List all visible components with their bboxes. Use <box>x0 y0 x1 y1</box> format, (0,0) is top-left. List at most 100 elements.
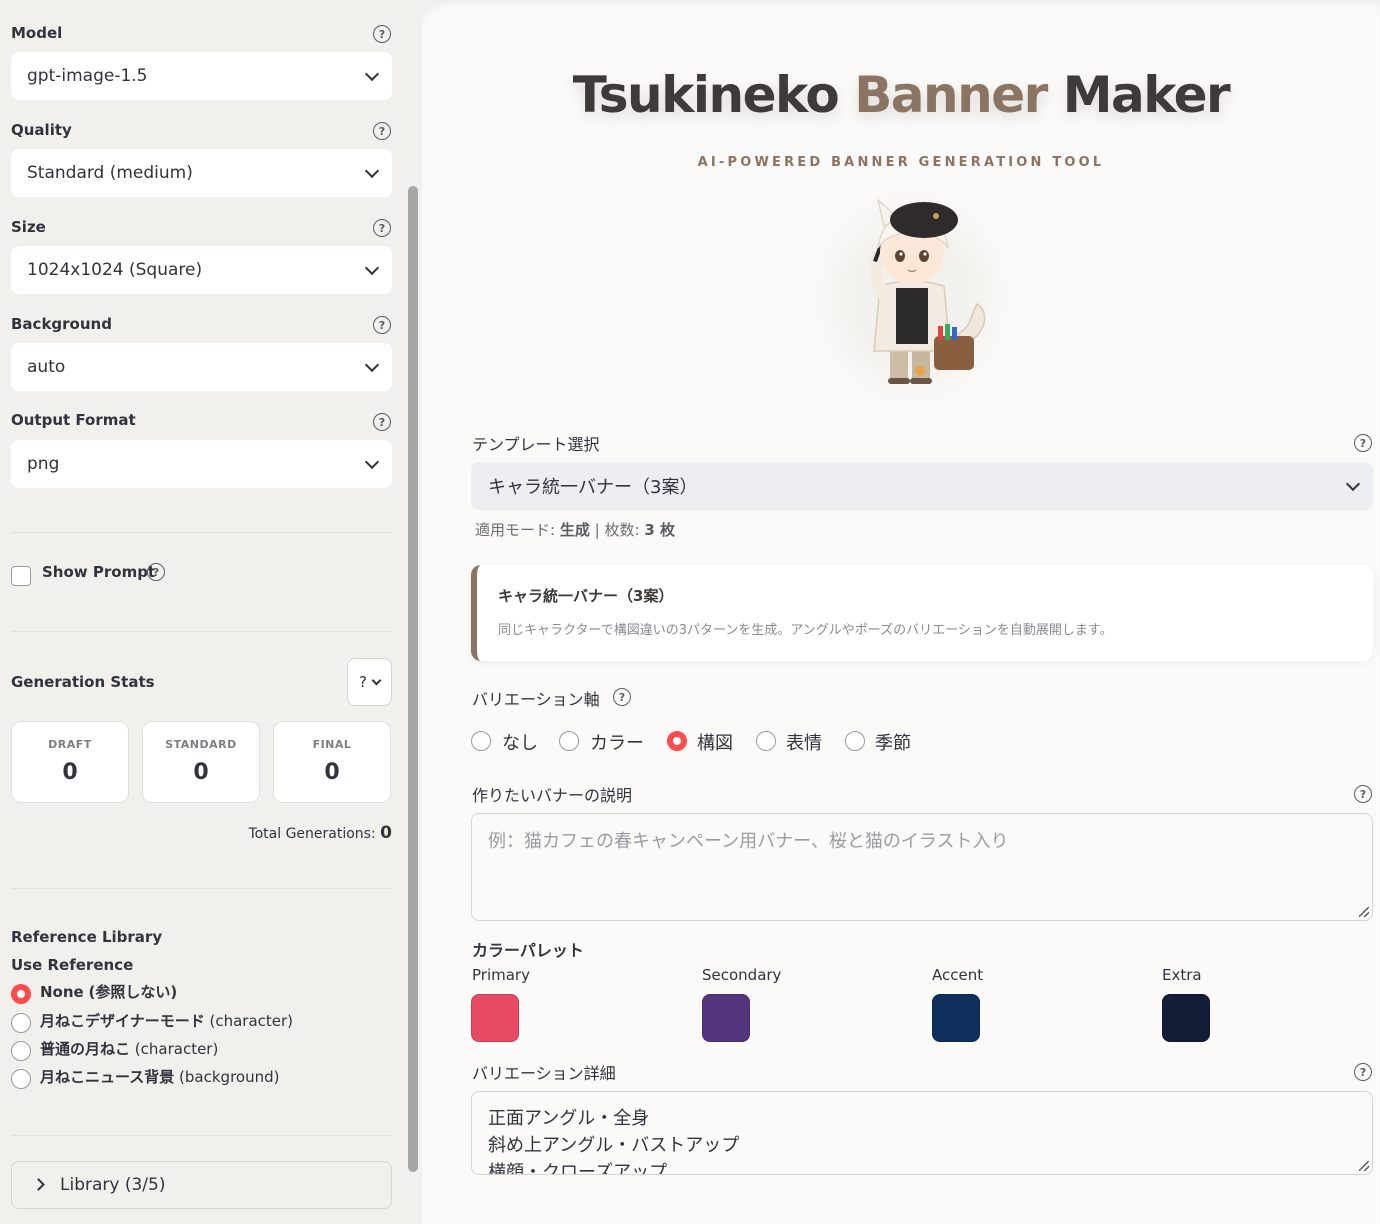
palette-accent-label: Accent <box>932 966 984 984</box>
variation-radio-composition[interactable] <box>667 731 687 751</box>
variation-detail-line: 横顔・クローズアップ <box>488 1162 668 1175</box>
stat-value: 0 <box>193 760 209 785</box>
quality-value: Standard (medium) <box>27 163 193 183</box>
size-label: Size <box>11 218 46 236</box>
palette-label: カラーパレット <box>472 941 584 960</box>
reference-radio-news[interactable] <box>11 1069 31 1089</box>
reference-library-title: Reference Library <box>11 928 163 946</box>
variation-detail-line: 正面アングル・全身 <box>488 1108 650 1129</box>
variation-radio-expression[interactable] <box>756 731 776 751</box>
stat-label: STANDARD <box>165 738 237 751</box>
reference-radio-normal[interactable] <box>11 1041 31 1061</box>
stats-popover-button[interactable]: ? <box>347 658 392 706</box>
template-card-description: 同じキャラクターで構図違いの3パターンを生成。アングルやポーズのバリエーションを… <box>498 623 1113 638</box>
stat-label: DRAFT <box>48 738 92 751</box>
stats-button-label: ? <box>359 673 367 691</box>
stat-card-final: FINAL 0 <box>273 721 391 803</box>
output-format-help-icon[interactable]: ? <box>373 413 391 431</box>
model-help-icon[interactable]: ? <box>373 25 391 43</box>
template-help-icon[interactable]: ? <box>1354 434 1372 452</box>
library-label: Library (3/5) <box>60 1175 166 1195</box>
variation-detail-help-icon[interactable]: ? <box>1354 1063 1372 1081</box>
divider <box>11 532 392 533</box>
sidebar-scrollbar[interactable] <box>408 186 418 1172</box>
reference-radio-none[interactable] <box>11 984 31 1004</box>
description-textarea[interactable]: 例：猫カフェの春キャンペーン用バナー、桜と猫のイラスト入り <box>471 813 1373 921</box>
mode-value: 生成 <box>559 521 590 539</box>
count-value: 3 枚 <box>644 521 675 539</box>
resize-handle-icon[interactable] <box>1359 1161 1369 1171</box>
resize-handle-icon[interactable] <box>1359 907 1369 917</box>
size-select[interactable]: 1024x1024 (Square) <box>11 246 392 294</box>
output-format-value: png <box>27 454 60 474</box>
variation-radio-season[interactable] <box>845 731 865 751</box>
palette-extra-swatch[interactable] <box>1162 994 1210 1042</box>
palette-secondary-swatch[interactable] <box>702 994 750 1042</box>
chevron-down-icon <box>364 357 380 373</box>
palette-accent-swatch[interactable] <box>932 994 980 1042</box>
mode-label: 適用モード: <box>475 521 556 539</box>
stat-value: 0 <box>62 760 78 785</box>
background-help-icon[interactable]: ? <box>373 316 391 334</box>
template-card-title: キャラ統一バナー（3案） <box>498 587 674 605</box>
total-generations-label: Total Generations: <box>248 826 376 842</box>
chevron-down-icon <box>364 454 380 470</box>
show-prompt-label: Show Prompt <box>42 563 156 581</box>
count-label: 枚数: <box>604 521 640 539</box>
library-expander[interactable]: Library (3/5) <box>11 1161 392 1209</box>
reference-option-name: 月ねこデザイナーモード <box>40 1012 205 1030</box>
reference-option-tag: (参照しない) <box>88 983 178 1001</box>
output-format-select[interactable]: png <box>11 440 392 488</box>
template-select[interactable]: キャラ統一バナー（3案） <box>471 462 1373 510</box>
background-value: auto <box>27 357 66 377</box>
palette-primary-label: Primary <box>472 966 530 984</box>
palette-extra-label: Extra <box>1162 966 1202 984</box>
stat-value: 0 <box>324 760 340 785</box>
quality-label: Quality <box>11 121 72 139</box>
description-help-icon[interactable]: ? <box>1354 785 1372 803</box>
title-part-1: Tsukineko <box>572 66 840 124</box>
variation-option-label: なし <box>502 733 538 754</box>
size-help-icon[interactable]: ? <box>373 219 391 237</box>
reference-option-tag: (character) <box>209 1012 294 1030</box>
variation-axis-label: バリエーション軸 <box>472 690 600 709</box>
divider <box>11 1135 392 1136</box>
chevron-down-icon <box>364 260 380 276</box>
cat-mascot-icon <box>870 198 986 384</box>
reference-radio-designer[interactable] <box>11 1013 31 1033</box>
reference-option-label: 普通の月ねこ (character) <box>40 1038 218 1059</box>
palette-primary-swatch[interactable] <box>471 994 519 1042</box>
size-value: 1024x1024 (Square) <box>27 260 203 280</box>
variation-option-label: 季節 <box>875 733 911 754</box>
variation-radio-color[interactable] <box>559 731 579 751</box>
palette-secondary-label: Secondary <box>702 966 782 984</box>
show-prompt-help-icon[interactable]: ? <box>147 563 165 581</box>
reference-option-label: None (参照しない) <box>40 981 177 1002</box>
chevron-right-icon <box>32 1178 45 1191</box>
background-select[interactable]: auto <box>11 343 392 391</box>
reference-option-tag: (background) <box>179 1068 280 1086</box>
reference-option-tag: (character) <box>134 1040 219 1058</box>
variation-option-label: 構図 <box>697 733 733 754</box>
stat-card-standard: STANDARD 0 <box>142 721 260 803</box>
variation-detail-textarea[interactable]: 正面アングル・全身 斜め上アングル・バストアップ 横顔・クローズアップ <box>471 1091 1373 1175</box>
chevron-down-icon <box>371 675 382 685</box>
quality-help-icon[interactable]: ? <box>373 122 391 140</box>
model-value: gpt-image-1.5 <box>27 66 148 86</box>
quality-select[interactable]: Standard (medium) <box>11 149 392 197</box>
mascot-avatar <box>812 186 1012 410</box>
description-placeholder: 例：猫カフェの春キャンペーン用バナー、桜と猫のイラスト入り <box>488 831 1009 852</box>
total-generations: Total Generations: 0 <box>248 823 392 843</box>
template-meta: 適用モード: 生成 | 枚数: 3 枚 <box>475 519 675 540</box>
title-part-2: Banner <box>854 66 1048 124</box>
variation-radio-none[interactable] <box>471 731 491 751</box>
model-select[interactable]: gpt-image-1.5 <box>11 52 392 100</box>
stat-label: FINAL <box>312 738 352 751</box>
chevron-down-icon <box>1345 476 1361 492</box>
variation-axis-help-icon[interactable]: ? <box>613 688 631 706</box>
page-title: Tsukineko Banner Maker <box>422 66 1380 124</box>
title-part-3: Maker <box>1062 66 1231 124</box>
variation-option-label: カラー <box>590 733 644 754</box>
background-label: Background <box>11 315 112 333</box>
show-prompt-checkbox[interactable] <box>11 566 31 586</box>
